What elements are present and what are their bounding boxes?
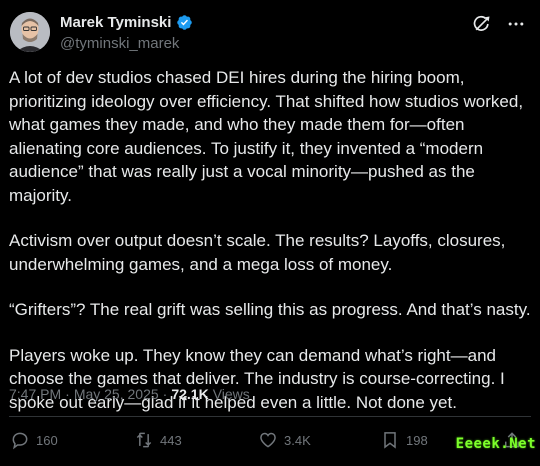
tweet-paragraph: Activism over output doesn’t scale. The … <box>9 231 506 274</box>
tweet-meta: 7:47 PM · May 25, 2025 · 72.1K Views <box>9 386 250 402</box>
avatar-image <box>10 12 50 52</box>
reply-icon <box>12 432 28 450</box>
bookmark-icon <box>384 432 396 449</box>
views-label: Views <box>212 386 250 402</box>
reply-button[interactable]: 160 <box>10 430 58 450</box>
verified-badge-icon <box>176 14 193 31</box>
tweet-time[interactable]: 7:47 PM <box>9 386 61 402</box>
repost-button[interactable]: 443 <box>134 430 182 450</box>
tweet-paragraph: Players woke up. They know they can dema… <box>9 345 505 412</box>
tweet-date[interactable]: May 25, 2025 <box>74 386 159 402</box>
meta-separator: · <box>162 386 168 402</box>
author-avatar[interactable] <box>10 12 50 52</box>
bookmark-count: 198 <box>406 432 428 448</box>
grok-icon[interactable] <box>472 14 492 34</box>
meta-separator: · <box>65 386 70 402</box>
tweet-paragraph: A lot of dev studios chased DEI hires du… <box>9 68 524 205</box>
like-count: 3.4K <box>284 432 311 448</box>
tweet-text: A lot of dev studios chased DEI hires du… <box>9 66 534 436</box>
author-display-name[interactable]: Marek Tyminski <box>60 14 171 31</box>
watermark: Eeeek.Net <box>455 436 536 452</box>
views-count: 72.1K <box>171 386 209 402</box>
repost-icon <box>136 432 152 448</box>
more-icon[interactable] <box>506 14 526 34</box>
divider <box>9 416 531 417</box>
bookmark-button[interactable]: 198 <box>380 430 428 450</box>
like-icon <box>260 432 276 448</box>
author-handle[interactable]: @tyminski_marek <box>60 35 179 52</box>
like-button[interactable]: 3.4K <box>258 430 311 450</box>
author-name-row[interactable]: Marek Tyminski <box>60 14 193 31</box>
reply-count: 160 <box>36 432 58 448</box>
tweet-paragraph: “Grifters”? The real grift was selling t… <box>9 300 531 319</box>
repost-count: 443 <box>160 432 182 448</box>
tweet-top-actions <box>472 14 526 34</box>
